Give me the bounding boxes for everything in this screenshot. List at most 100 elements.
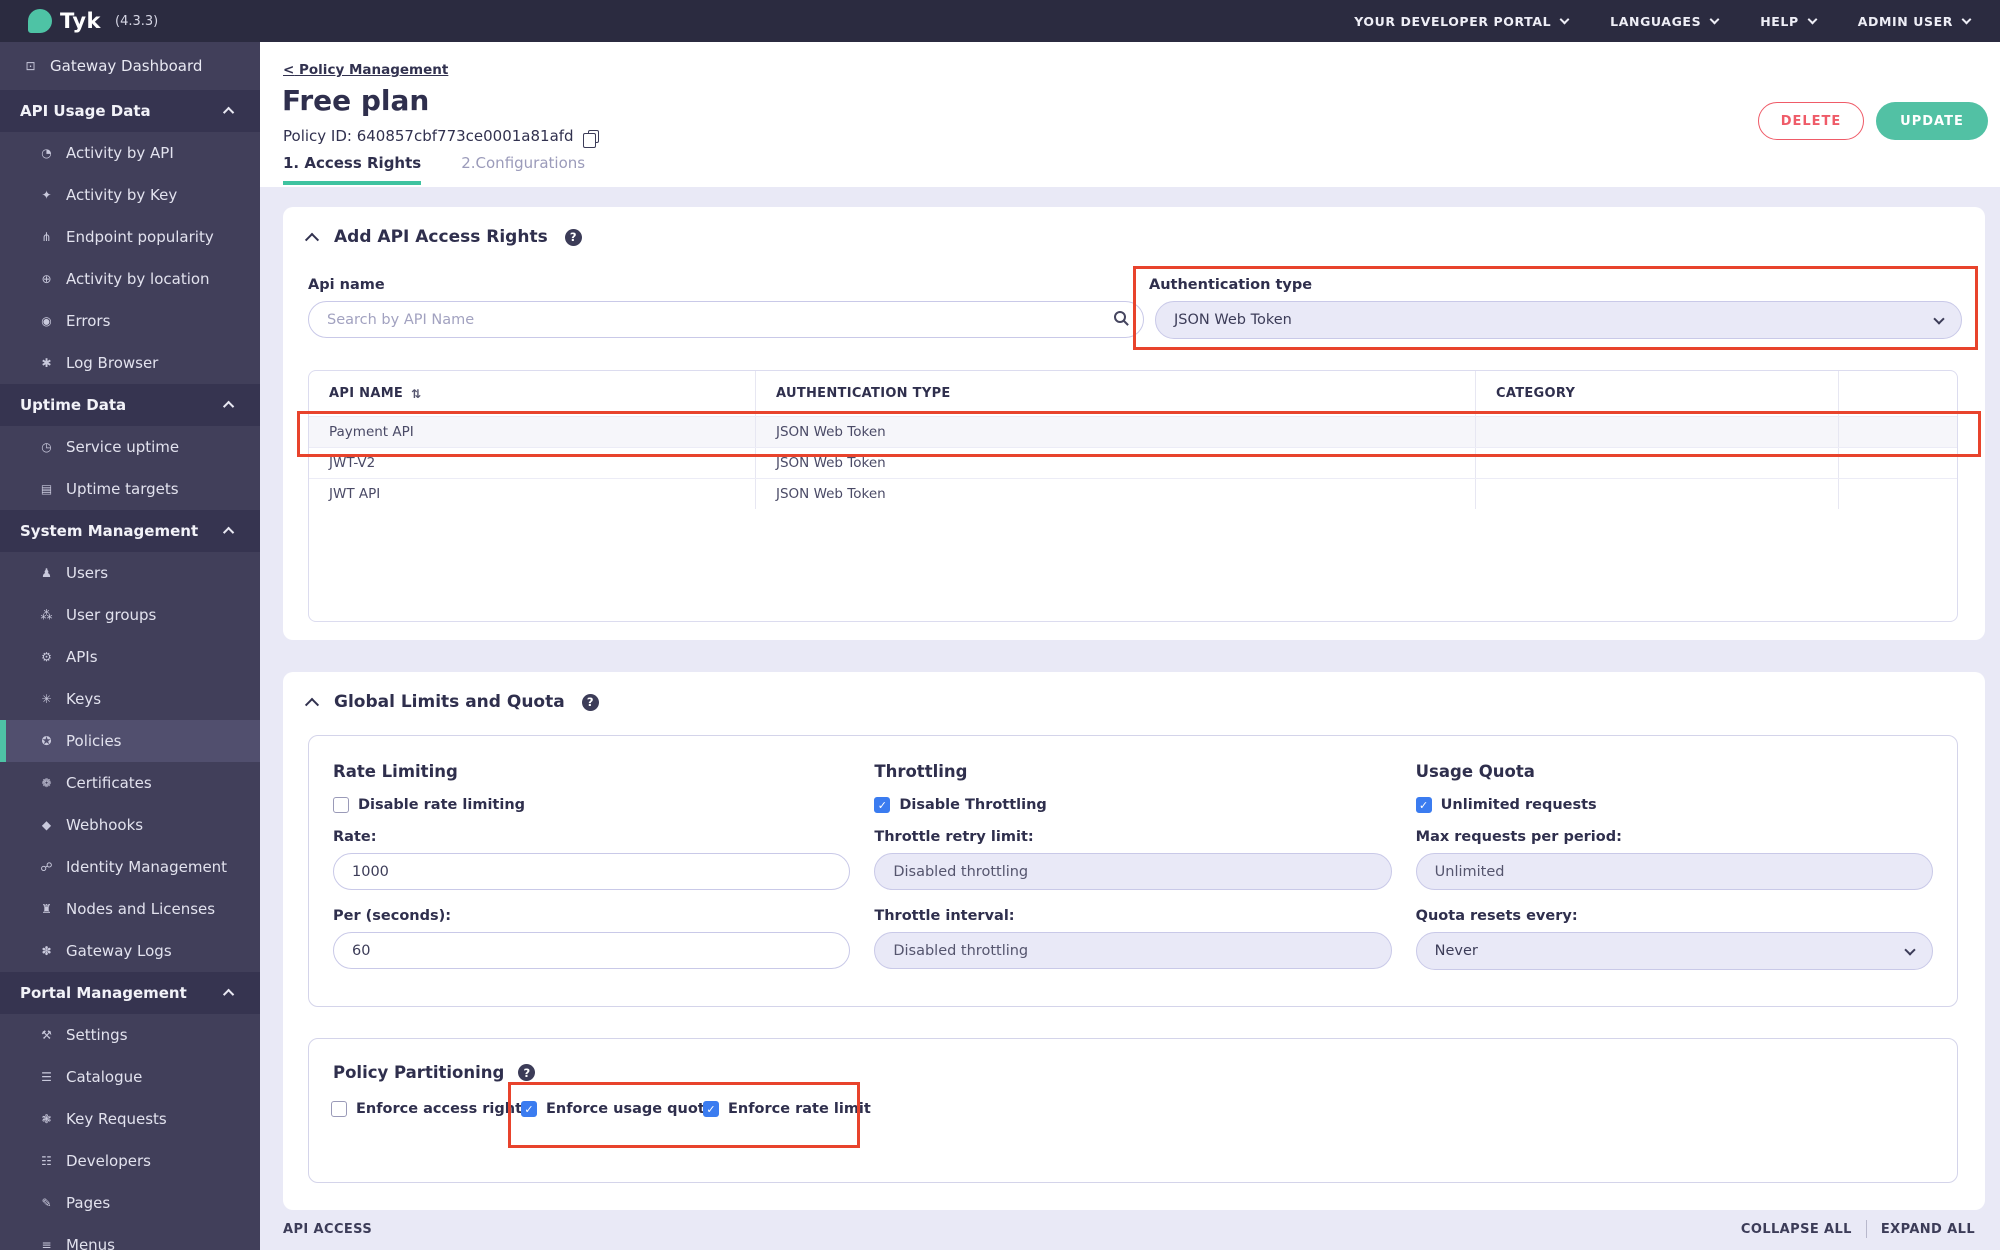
sidebar-item-gateway-dashboard[interactable]: ⊡ Gateway Dashboard: [0, 42, 260, 90]
plug-icon: ☍: [40, 860, 53, 874]
sidebar-item-errors[interactable]: ◉ Errors: [0, 300, 260, 342]
sidebar: ⊡ Gateway Dashboard API Usage Data ◔ Activit…: [0, 42, 260, 1250]
quota-resets-value: Never: [1434, 943, 1478, 959]
list-icon: ▤: [40, 482, 53, 496]
breadcrumb[interactable]: < Policy Management: [283, 62, 448, 78]
sidebar-item-activity-by-location[interactable]: ⊕ Activity by location: [0, 258, 260, 300]
per-seconds-input[interactable]: [333, 932, 851, 969]
sidebar-item-log-browser[interactable]: ✱ Log Browser: [0, 342, 260, 384]
column-api-name[interactable]: API NAME ⇅: [309, 371, 756, 416]
sidebar-item-settings[interactable]: ⚒ Settings: [0, 1014, 260, 1056]
bug-icon: ✽: [41, 944, 52, 958]
sidebar-item-apis[interactable]: ⚙ APIs: [0, 636, 260, 678]
table-row-jwt-api[interactable]: JWT API JSON Web Token: [309, 478, 1957, 509]
sidebar-item-users[interactable]: ♟ Users: [0, 552, 260, 594]
help-icon[interactable]: ?: [581, 693, 599, 711]
enforce-access-rights-row: Enforce access rights: [331, 1101, 531, 1117]
sidebar-section-portal-management[interactable]: Portal Management: [0, 972, 260, 1014]
collapse-chevron-icon[interactable]: [304, 697, 320, 712]
sidebar-item-label: Activity by location: [66, 270, 210, 288]
cell-category: [1476, 479, 1839, 509]
sidebar-item-key-requests[interactable]: ❃ Key Requests: [0, 1098, 260, 1140]
nav-languages[interactable]: LANGUAGES: [1610, 14, 1720, 29]
sidebar-section-uptime-data[interactable]: Uptime Data: [0, 384, 260, 426]
nav-developer-portal[interactable]: YOUR DEVELOPER PORTAL: [1354, 14, 1570, 29]
cell-category: [1476, 417, 1839, 447]
page-title: Free plan: [282, 84, 430, 117]
wrench-icon: ⚒: [41, 1028, 52, 1042]
chevron-down-icon: [1904, 944, 1916, 956]
sidebar-section-api-usage-data[interactable]: API Usage Data: [0, 90, 260, 132]
api-name-label: Api name: [308, 277, 385, 293]
api-search-input[interactable]: [308, 301, 1144, 338]
sidebar-item-keys[interactable]: ✳ Keys: [0, 678, 260, 720]
brand[interactable]: Tyk (4.3.3): [28, 9, 158, 33]
sidebar-item-pages[interactable]: ✎ Pages: [0, 1182, 260, 1224]
rate-label: Rate:: [333, 829, 377, 845]
section-title: Add API Access Rights: [334, 227, 548, 247]
branch-icon: ⋔: [41, 230, 52, 244]
sidebar-item-label: Developers: [66, 1152, 151, 1170]
collapse-all-button[interactable]: COLLAPSE ALL: [1741, 1222, 1852, 1237]
tab-access-rights[interactable]: 1. Access Rights: [283, 154, 422, 185]
globe-icon: ⊕: [41, 272, 52, 286]
expand-all-button[interactable]: EXPAND ALL: [1881, 1222, 1975, 1237]
sidebar-item-label: Identity Management: [66, 858, 228, 876]
sidebar-item-endpoint-popularity[interactable]: ⋔ Endpoint popularity: [0, 216, 260, 258]
sidebar-item-developers[interactable]: ☷ Developers: [0, 1140, 260, 1182]
disable-rate-limiting-label: Disable rate limiting: [358, 797, 526, 813]
sidebar-item-label: Menus: [66, 1236, 115, 1250]
sort-icon[interactable]: ⇅: [411, 387, 421, 401]
topbar: Tyk (4.3.3) YOUR DEVELOPER PORTAL LANGUAG…: [0, 0, 2000, 42]
table-row-jwt-v2[interactable]: JWT-V2 JSON Web Token: [309, 447, 1957, 478]
copy-icon[interactable]: [582, 129, 599, 148]
uptime-icon: ◷: [41, 440, 52, 454]
nav-admin-user[interactable]: ADMIN USER: [1857, 13, 1972, 29]
throttle-retry-limit-input: Disabled throttling: [874, 853, 1392, 890]
tab-configurations[interactable]: 2.Configurations: [461, 154, 585, 185]
throttle-interval-input: Disabled throttling: [874, 932, 1392, 969]
auth-type-select[interactable]: JSON Web Token: [1155, 301, 1962, 339]
unlimited-requests-checkbox[interactable]: [1415, 797, 1432, 813]
sidebar-item-identity-management[interactable]: ☍ Identity Management: [0, 846, 260, 888]
sidebar-item-label: Uptime targets: [66, 480, 179, 498]
enforce-usage-quota-checkbox[interactable]: [521, 1101, 537, 1117]
sidebar-item-certificates[interactable]: ❁ Certificates: [0, 762, 260, 804]
sidebar-item-label: Settings: [66, 1026, 128, 1044]
disable-rate-limiting-checkbox[interactable]: [333, 797, 349, 813]
sidebar-item-user-groups[interactable]: ⁂ User groups: [0, 594, 260, 636]
quota-resets-select[interactable]: Never: [1415, 932, 1933, 970]
help-icon[interactable]: ?: [518, 1064, 536, 1081]
sidebar-section-system-management[interactable]: System Management: [0, 510, 260, 552]
rate-input[interactable]: [333, 853, 851, 890]
tabs: 1. Access Rights 2.Configurations: [283, 154, 585, 185]
sidebar-item-catalogue[interactable]: ☰ Catalogue: [0, 1056, 260, 1098]
rate-limiting-title: Rate Limiting: [333, 762, 458, 781]
sidebar-item-nodes-and-licenses[interactable]: ♜ Nodes and Licenses: [0, 888, 260, 930]
sidebar-item-webhooks[interactable]: ◆ Webhooks: [0, 804, 260, 846]
nav-label: ADMIN USER: [1857, 13, 1953, 29]
chevron-down-icon: [1807, 14, 1818, 25]
delete-button[interactable]: DELETE: [1758, 102, 1864, 140]
update-button[interactable]: UPDATE: [1876, 102, 1988, 140]
enforce-access-rights-checkbox[interactable]: [331, 1101, 347, 1117]
search-icon[interactable]: [1114, 311, 1126, 323]
sidebar-item-uptime-targets[interactable]: ▤ Uptime targets: [0, 468, 260, 510]
sidebar-item-menus[interactable]: ≡ Menus: [0, 1224, 260, 1250]
breadcrumb-label: Policy Management: [299, 62, 449, 78]
sidebar-item-policies[interactable]: ✪ Policies: [0, 720, 260, 762]
disable-throttling-checkbox[interactable]: [874, 797, 891, 813]
policy-id-label: Policy ID: 640857cbf773ce0001a81afd: [283, 127, 574, 145]
enforce-rate-limit-checkbox[interactable]: [703, 1101, 719, 1117]
nav-help[interactable]: HELP: [1760, 14, 1818, 29]
help-icon[interactable]: ?: [564, 228, 582, 246]
sidebar-item-gateway-logs[interactable]: ✽ Gateway Logs: [0, 930, 260, 972]
sidebar-item-service-uptime[interactable]: ◷ Service uptime: [0, 426, 260, 468]
collapse-chevron-icon[interactable]: [304, 232, 320, 247]
enforce-rate-limit-row: Enforce rate limit: [703, 1101, 871, 1117]
sidebar-section-label: Portal Management: [20, 984, 187, 1002]
sidebar-item-activity-by-key[interactable]: ✦ Activity by Key: [0, 174, 260, 216]
unlimited-requests-label: Unlimited requests: [1440, 797, 1597, 813]
sidebar-item-activity-by-api[interactable]: ◔ Activity by API: [0, 132, 260, 174]
table-row-payment-api[interactable]: Payment API JSON Web Token: [309, 416, 1957, 447]
